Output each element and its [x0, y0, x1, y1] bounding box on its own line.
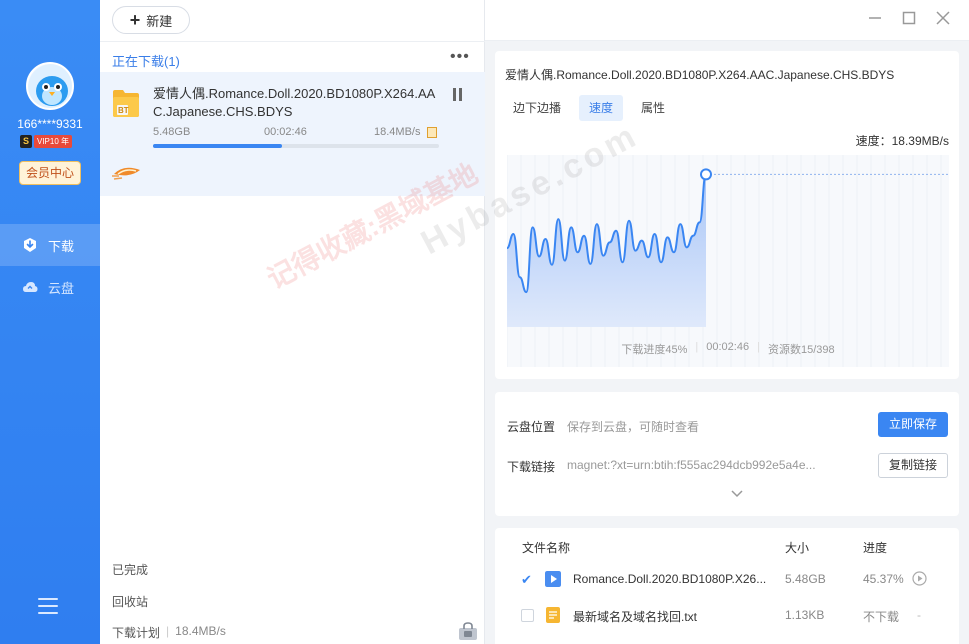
copy-link-button[interactable]: 复制链接	[878, 453, 948, 478]
file-size: 1.13KB	[785, 608, 825, 622]
play-icon[interactable]	[912, 571, 927, 586]
progress-fill	[153, 144, 282, 148]
detail-tabs: 边下边播 速度 属性	[503, 95, 683, 121]
member-center-button[interactable]: 会员中心	[19, 161, 81, 185]
sidebar: 166****9331 S VIP10 年 会员中心 下载 云盘	[0, 0, 100, 644]
speed-readout: 速度：18.39MB/s	[855, 134, 949, 148]
hamburger-icon[interactable]	[38, 598, 58, 614]
bird-avatar-icon	[28, 64, 72, 108]
username: 166****9331	[17, 117, 83, 131]
download-link-label: 下载链接	[507, 460, 556, 474]
lock-icon[interactable]	[458, 622, 478, 640]
speed-boost-icon[interactable]	[427, 127, 437, 138]
file-extra: -	[917, 608, 921, 622]
nav-item-cloud[interactable]: 云盘	[0, 266, 100, 308]
chart-stats: 下载进度45% | 00:02:46 | 资源数15/398	[507, 341, 949, 357]
speed-info-card: 爱情人偶.Romance.Doll.2020.BD1080P.X264.AAC.…	[495, 51, 959, 379]
cloud-location-label: 云盘位置	[507, 420, 556, 434]
nav-item-download[interactable]: 下载	[0, 224, 100, 266]
file-checkbox[interactable]	[521, 609, 534, 622]
file-row[interactable]: ✔ Romance.Doll.2020.BD1080P.X26... 5.48G…	[495, 562, 959, 596]
download-plan[interactable]: 下载计划 | 18.4MB/s	[112, 624, 226, 641]
download-icon	[24, 238, 36, 252]
task-detail-panel: 爱情人偶.Romance.Doll.2020.BD1080P.X264.AAC.…	[485, 0, 969, 644]
close-icon[interactable]	[935, 10, 951, 26]
stat-time: 00:02:46	[706, 341, 750, 353]
task-elapsed: 00:02:46	[264, 126, 307, 138]
rocket-speedup-icon[interactable]	[110, 162, 144, 182]
download-link-text[interactable]: magnet:?xt=urn:btih:f555ac294dcb992e5a4e…	[567, 458, 816, 472]
video-file-icon	[545, 571, 561, 587]
maximize-icon[interactable]	[901, 10, 917, 26]
plus-icon: +	[129, 10, 141, 30]
nav-label-download: 下载	[48, 238, 75, 254]
detail-file-title: 爱情人偶.Romance.Doll.2020.BD1080P.X264.AAC.…	[505, 68, 895, 82]
bt-type-label: BT	[118, 106, 129, 115]
cloud-icon	[23, 282, 38, 292]
minimize-icon[interactable]	[867, 10, 883, 26]
file-name: Romance.Doll.2020.BD1080P.X26...	[573, 572, 767, 586]
stat-resources: 资源数15/398	[767, 344, 835, 356]
tab-speed[interactable]: 速度	[579, 95, 624, 121]
new-task-label: 新建	[146, 13, 173, 29]
progress-bar	[153, 144, 439, 148]
speed-chart	[507, 155, 949, 367]
task-name: 爱情人偶.Romance.Doll.2020.BD1080P.X264.AAC.…	[153, 86, 436, 119]
file-name: 最新域名及域名找回.txt	[573, 610, 698, 624]
column-header-size: 大小	[785, 541, 810, 555]
stat-progress: 下载进度45%	[621, 344, 688, 356]
downloading-section-title[interactable]: 正在下载(1)	[112, 51, 180, 70]
file-checkbox[interactable]: ✔	[521, 573, 534, 586]
file-row[interactable]: 最新域名及域名找回.txt 1.13KB 不下载 -	[495, 598, 959, 632]
vip-level-badge: VIP10 年	[34, 135, 73, 148]
current-speed-point	[700, 168, 712, 181]
recycle-bin-link[interactable]: 回收站	[112, 593, 148, 610]
avatar[interactable]	[26, 62, 74, 110]
file-list-card: 文件名称 大小 进度 ✔ Romance.Doll.2020.BD1080P.X…	[495, 528, 959, 644]
nav-label-cloud: 云盘	[48, 280, 75, 296]
window-controls	[867, 10, 951, 26]
vip-s-badge: S	[20, 135, 32, 148]
completed-link[interactable]: 已完成	[112, 561, 148, 578]
column-header-name: 文件名称	[522, 541, 571, 555]
column-header-progress: 进度	[863, 541, 888, 555]
task-size: 5.48GB	[153, 126, 191, 138]
cloud-location-text: 保存到云盘，可随时查看	[567, 420, 700, 434]
file-progress: 45.37%	[863, 572, 904, 586]
plan-label: 下载计划	[112, 626, 161, 640]
vip-badges: S VIP10 年	[20, 135, 73, 148]
separator: |	[166, 624, 170, 638]
file-progress: 不下载	[863, 610, 900, 624]
divider	[100, 41, 485, 42]
more-options-icon[interactable]: •••	[450, 48, 470, 66]
task-speed: 18.4MB/s	[374, 126, 421, 138]
cloud-save-card: 云盘位置 保存到云盘，可随时查看 立即保存 下载链接 magnet:?xt=ur…	[495, 392, 959, 516]
file-size: 5.48GB	[785, 572, 826, 586]
tab-play-while-download[interactable]: 边下边播	[503, 95, 571, 121]
new-task-button[interactable]: + 新建	[112, 6, 190, 34]
download-list-panel: + 新建 正在下载(1) ••• BT 爱情人偶.Romance.Doll.20…	[100, 0, 485, 644]
text-file-icon	[546, 607, 560, 623]
tab-properties[interactable]: 属性	[631, 95, 675, 121]
pause-icon[interactable]	[453, 88, 465, 102]
download-task-item[interactable]: BT 爱情人偶.Romance.Doll.2020.BD1080P.X264.A…	[100, 72, 485, 196]
save-now-button[interactable]: 立即保存	[878, 412, 948, 437]
chevron-down-icon[interactable]	[731, 490, 743, 498]
plan-speed: 18.4MB/s	[175, 624, 226, 638]
